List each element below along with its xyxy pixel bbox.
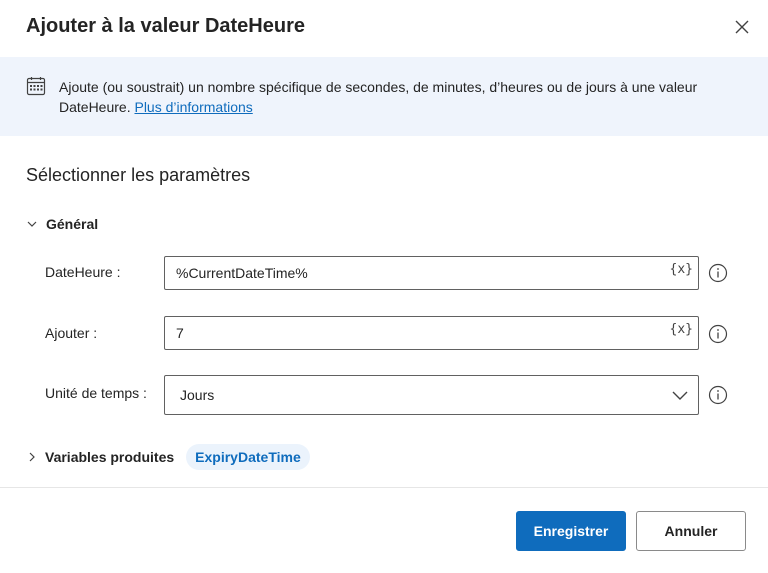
save-button[interactable]: Enregistrer (516, 511, 626, 551)
chevron-right-icon[interactable] (26, 451, 38, 463)
produced-variables-label[interactable]: Variables produites (45, 449, 174, 465)
more-info-link[interactable]: Plus d’informations (134, 99, 252, 115)
calendar-icon (26, 77, 46, 96)
datetime-value: %CurrentDateTime% (176, 265, 308, 281)
time-unit-value: Jours (180, 387, 215, 403)
datetime-input[interactable]: %CurrentDateTime% {x} (164, 256, 699, 290)
close-button[interactable] (729, 14, 755, 40)
general-group-toggle[interactable]: Général (26, 213, 98, 235)
time-unit-dropdown[interactable]: Jours (164, 375, 699, 415)
footer-divider (0, 487, 768, 488)
chevron-down-icon (27, 221, 37, 227)
dialog-title: Ajouter à la valeur DateHeure (26, 15, 305, 37)
add-info-icon[interactable] (708, 324, 728, 344)
info-description: Ajoute (ou soustrait) un nombre spécifiq… (59, 77, 749, 117)
produced-variables-section: Variables produites ExpiryDateTime (26, 443, 310, 471)
add-to-datetime-dialog: Ajouter à la valeur DateHeure Ajoute (ou… (0, 0, 768, 573)
produced-variable-pill[interactable]: ExpiryDateTime (186, 444, 310, 470)
datetime-info-icon[interactable] (708, 263, 728, 283)
section-title: Sélectionner les paramètres (26, 165, 251, 185)
add-label: Ajouter : (45, 325, 98, 341)
add-input[interactable]: 7 {x} (164, 316, 699, 350)
time-unit-label: Unité de temps : (45, 385, 147, 401)
close-icon (735, 20, 749, 34)
add-value: 7 (176, 325, 184, 341)
time-unit-info-icon[interactable] (708, 385, 728, 405)
datetime-variable-button[interactable]: {x} (670, 262, 693, 277)
chevron-down-icon (672, 391, 688, 400)
general-group-label: Général (46, 216, 99, 232)
datetime-label: DateHeure : (45, 264, 121, 280)
cancel-button[interactable]: Annuler (636, 511, 746, 551)
add-variable-button[interactable]: {x} (670, 322, 693, 337)
